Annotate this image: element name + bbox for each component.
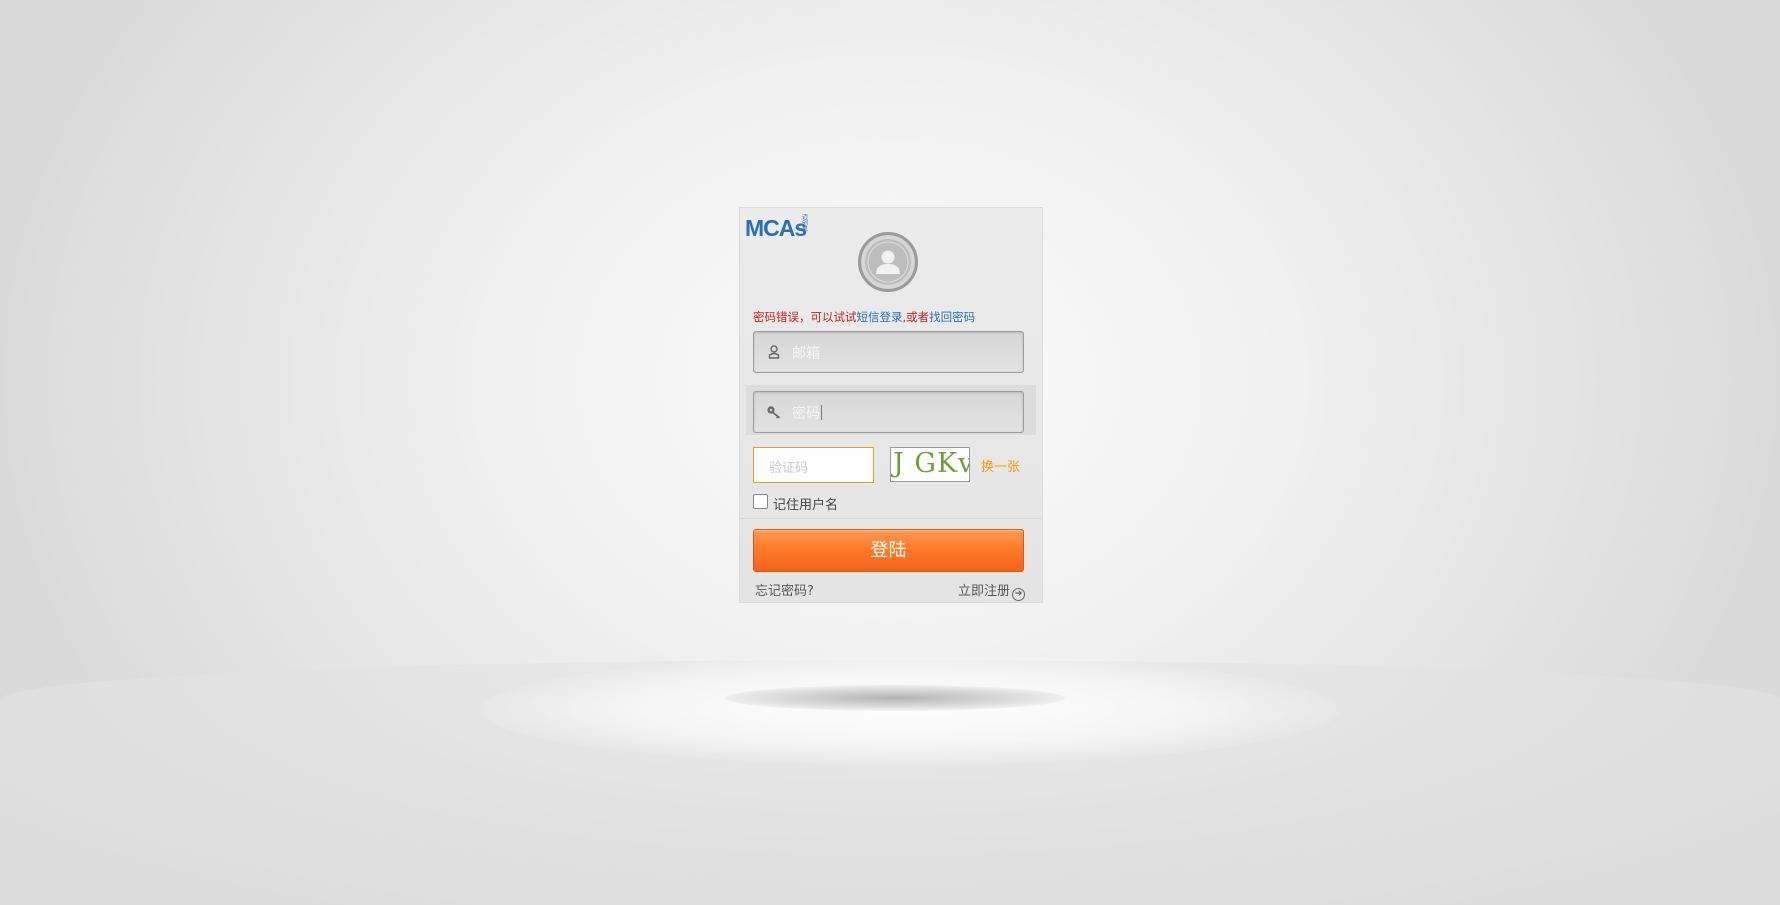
register-label: 立即注册 — [957, 584, 1010, 599]
password-placeholder-text: 密码 — [792, 406, 820, 422]
login-page: { "logo": {"text": "MCAs", "sub": "迈创思"}… — [0, 0, 1780, 905]
email-placeholder: 邮箱 — [792, 346, 820, 362]
remember-label[interactable]: 记住用户名 — [773, 494, 838, 513]
captcha-image-text: J GKv — [893, 448, 970, 479]
captcha-input[interactable]: 验证码 — [753, 447, 874, 483]
refresh-captcha-link[interactable]: 换一张 — [981, 456, 1020, 475]
sms-login-link[interactable]: 短信登录 — [857, 310, 903, 324]
logo-subtext: 迈创思 — [802, 215, 809, 233]
email-field[interactable]: 邮箱 — [753, 331, 1024, 373]
avatar-silhouette-icon — [867, 241, 909, 283]
email-row: 邮箱 — [746, 325, 1036, 375]
error-text: 密码错误，可以试试 — [753, 310, 857, 324]
login-button[interactable]: 登陆 — [753, 529, 1024, 572]
key-icon — [767, 406, 780, 419]
remember-checkbox[interactable] — [753, 494, 768, 509]
register-link[interactable]: 立即注册 ➔ — [958, 580, 1025, 601]
password-field[interactable]: 密码 — [753, 391, 1024, 433]
error-text-middle: ,或者 — [902, 310, 930, 324]
captcha-placeholder: 验证码 — [769, 461, 809, 476]
avatar — [858, 232, 918, 292]
error-message: 密码错误，可以试试短信登录,或者找回密码 — [753, 309, 975, 325]
login-panel: MCAs 迈创思 密码错误，可以试试短信登录,或者找回密码 邮箱 密码 验证码 … — [739, 207, 1043, 603]
logo: MCAs 迈创思 — [745, 210, 809, 241]
divider — [740, 518, 1042, 519]
recover-password-link[interactable]: 找回密码 — [929, 310, 975, 324]
arrow-right-circle-icon: ➔ — [1012, 588, 1025, 601]
captcha-image[interactable]: J GKv — [890, 447, 970, 482]
password-row: 密码 — [746, 385, 1036, 435]
logo-text: MCAs — [745, 215, 807, 241]
stage-shadow — [725, 685, 1065, 711]
user-icon — [768, 345, 780, 359]
password-placeholder: 密码 — [792, 403, 822, 423]
forgot-password-link[interactable]: 忘记密码? — [755, 580, 814, 599]
text-caret — [821, 405, 822, 420]
